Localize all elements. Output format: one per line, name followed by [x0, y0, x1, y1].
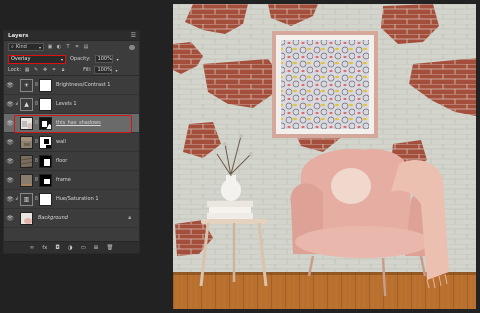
- visibility-eye-icon[interactable]: 👁︎: [6, 138, 14, 146]
- lock-position-icon[interactable]: ✥: [42, 67, 48, 73]
- layer-row[interactable]: 👁︎ ↲ ▲ 8 Levels 1: [4, 95, 139, 114]
- adjustment-filter-icon[interactable]: ◐: [56, 44, 62, 50]
- visibility-eye-icon[interactable]: 👁︎: [6, 81, 14, 89]
- brightness-contrast-icon: ☀: [20, 78, 33, 92]
- opacity-label: Opacity:: [70, 56, 91, 62]
- layer-name: floor: [56, 158, 68, 164]
- levels-icon: ▲: [20, 97, 33, 111]
- layer-row[interactable]: 👁︎ ↲ ▥ 8 Hue/Saturation 1: [4, 190, 139, 209]
- layer-mask-thumbnail[interactable]: [39, 173, 52, 187]
- type-filter-icon[interactable]: T: [65, 44, 71, 50]
- photoshop-workspace: Layers ☰ ⌕ Kind ▾ ▣ ◐ T ⌗ ▤ Overlay ▾ Op…: [0, 0, 480, 313]
- layer-name: frame: [56, 177, 71, 183]
- hue-sat-icon: ▥: [20, 192, 33, 206]
- layer-list: 👁︎ ☀ 8 Brightness/Contrast 1 👁︎ ↲ ▲ 8 Le…: [4, 76, 139, 228]
- opacity-value: 100%: [97, 56, 112, 62]
- panel-titlebar: Layers ☰: [4, 31, 139, 41]
- lock-artboard-icon[interactable]: ⌗: [51, 67, 57, 73]
- layer-mask-thumbnail[interactable]: [39, 97, 52, 111]
- smart-object-filter-icon[interactable]: ▤: [83, 44, 89, 50]
- fill-label: Fill:: [83, 67, 92, 73]
- layers-panel: Layers ☰ ⌕ Kind ▾ ▣ ◐ T ⌗ ▤ Overlay ▾ Op…: [3, 30, 140, 254]
- new-group-icon[interactable]: ▭: [81, 245, 86, 251]
- lock-icon: 🔒︎: [128, 215, 131, 221]
- layer-name: Background: [38, 215, 68, 221]
- interior-scene-image: [173, 4, 476, 309]
- image-filter-icon[interactable]: ▣: [47, 44, 53, 50]
- search-icon: ⌕: [11, 44, 14, 50]
- layer-mask-thumbnail[interactable]: [39, 192, 52, 206]
- highlight-box: [14, 115, 132, 133]
- fill-input[interactable]: 100%: [94, 66, 113, 74]
- visibility-eye-icon[interactable]: 👁︎: [6, 214, 14, 222]
- lock-all-icon[interactable]: 🔒︎: [60, 67, 66, 73]
- layer-thumbnail[interactable]: [20, 154, 33, 168]
- chevron-down-icon: ▾: [60, 56, 63, 62]
- layer-row[interactable]: 👁︎ 8 frame: [4, 171, 139, 190]
- layer-mask-thumbnail[interactable]: [39, 135, 52, 149]
- document-canvas[interactable]: [173, 4, 476, 309]
- layer-thumbnail[interactable]: [20, 173, 33, 187]
- chevron-down-icon[interactable]: ▾: [115, 68, 117, 73]
- visibility-eye-icon[interactable]: 👁︎: [6, 176, 14, 184]
- layer-row[interactable]: 👁︎ 8 wall: [4, 133, 139, 152]
- visibility-eye-icon[interactable]: 👁︎: [6, 119, 14, 127]
- opacity-input[interactable]: 100%: [94, 55, 113, 63]
- lock-row: Lock: ▦ ✎ ✥ ⌗ 🔒︎ Fill: 100% ▾: [4, 65, 139, 76]
- panel-footer: ∞ fx ◘ ◑ ▭ ⊞ 🗑: [4, 241, 139, 253]
- fill-value: 100%: [97, 67, 112, 73]
- layer-thumbnail[interactable]: [20, 211, 33, 225]
- chevron-down-icon: ▾: [38, 44, 41, 50]
- layer-name: wall: [56, 139, 66, 145]
- chevron-down-icon[interactable]: ▾: [117, 57, 119, 62]
- lock-transparent-icon[interactable]: ▦: [24, 67, 30, 73]
- panel-menu-icon[interactable]: ☰: [131, 32, 136, 39]
- new-layer-icon[interactable]: ⊞: [94, 245, 99, 251]
- layer-mask-thumbnail[interactable]: [39, 78, 52, 92]
- layer-mask-thumbnail[interactable]: [39, 154, 52, 168]
- visibility-eye-icon[interactable]: 👁︎: [6, 100, 14, 108]
- link-layers-icon[interactable]: ∞: [30, 245, 35, 251]
- visibility-eye-icon[interactable]: 👁︎: [6, 157, 14, 165]
- layer-name: Levels 1: [56, 101, 77, 107]
- layer-name: Hue/Saturation 1: [56, 196, 99, 202]
- blend-mode-select[interactable]: Overlay ▾: [8, 54, 66, 64]
- layer-name: Brightness/Contrast 1: [56, 82, 111, 88]
- layer-row[interactable]: 👁︎ 8 floor: [4, 152, 139, 171]
- new-adjustment-icon[interactable]: ◑: [68, 245, 73, 251]
- shape-filter-icon[interactable]: ⌗: [74, 44, 80, 50]
- lock-paint-icon[interactable]: ✎: [33, 67, 39, 73]
- panel-title: Layers: [8, 32, 29, 39]
- lock-label: Lock:: [8, 67, 22, 73]
- trash-icon[interactable]: 🗑: [106, 245, 113, 251]
- kind-filter-select[interactable]: ⌕ Kind ▾: [8, 43, 44, 51]
- visibility-eye-icon[interactable]: 👁︎: [6, 195, 14, 203]
- blend-row: Overlay ▾ Opacity: 100% ▾: [4, 53, 139, 65]
- fx-icon[interactable]: fx: [42, 245, 47, 251]
- blend-mode-value: Overlay: [11, 56, 31, 62]
- add-mask-icon[interactable]: ◘: [55, 245, 59, 251]
- layer-row[interactable]: 👁︎ ☀ 8 Brightness/Contrast 1: [4, 76, 139, 95]
- filter-row: ⌕ Kind ▾ ▣ ◐ T ⌗ ▤: [4, 41, 139, 53]
- layer-thumbnail[interactable]: [20, 135, 33, 149]
- layer-row[interactable]: 👁︎ Background 🔒︎: [4, 209, 139, 228]
- kind-filter-label: Kind: [15, 44, 27, 50]
- filter-toggle[interactable]: [129, 44, 135, 50]
